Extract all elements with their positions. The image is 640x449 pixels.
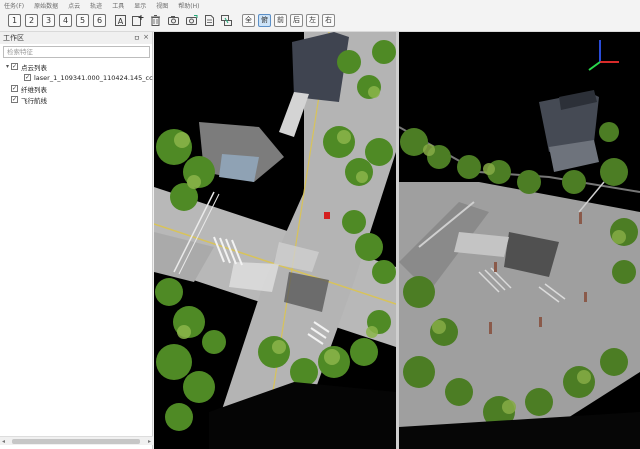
toolbar-button-3[interactable]: 3: [42, 14, 55, 27]
toolbar-button-4[interactable]: 4: [59, 14, 72, 27]
menu-help[interactable]: 帮助(H): [178, 1, 199, 10]
pin-icon[interactable]: ㅁ: [134, 33, 140, 43]
view-left-button[interactable]: 左: [306, 14, 319, 27]
view-top-button[interactable]: 俯: [258, 14, 271, 27]
scrollbar-thumb[interactable]: [12, 439, 140, 444]
camera-sync-icon[interactable]: [185, 14, 198, 27]
panel-header: 工作区 ㅁ ×: [0, 32, 152, 44]
camera-icon[interactable]: [167, 14, 180, 27]
layer-tree: ▾ ✓ 点云列表 ✓ laser_1_109341.000_110424.145…: [0, 61, 153, 105]
tree-item-label: laser_1_109341.000_110424.145_cc: [34, 73, 153, 82]
workspace-panel: 工作区 ㅁ × 检索特征 ▾ ✓ 点云列表 ✓ laser_1_109341.0…: [0, 32, 153, 449]
tree-item-label: 飞行航线: [21, 96, 47, 105]
menu-task[interactable]: 任务(F): [4, 1, 24, 10]
layers-icon[interactable]: [220, 14, 233, 27]
checkbox-checked-icon[interactable]: ✓: [11, 96, 18, 103]
tree-item-flight-route[interactable]: ✓ 飞行航线: [0, 94, 152, 105]
menu-view[interactable]: 视图: [156, 1, 168, 10]
toolbar: 1 2 3 4 5 6 A 全 俯 前 后 左 右: [0, 10, 640, 32]
scroll-left-icon[interactable]: ◂: [2, 437, 5, 446]
menu-point-cloud[interactable]: 点云: [68, 1, 80, 10]
tree-item-label: 纤维列表: [21, 85, 47, 94]
point-cloud-viewport-top[interactable]: [154, 32, 396, 449]
checkbox-checked-icon[interactable]: ✓: [11, 85, 18, 92]
view-back-button[interactable]: 后: [290, 14, 303, 27]
close-icon[interactable]: ×: [143, 33, 149, 43]
panel-title: 工作区: [3, 34, 24, 42]
checkbox-checked-icon[interactable]: ✓: [11, 63, 18, 70]
menu-display[interactable]: 显示: [134, 1, 146, 10]
menu-raw-data[interactable]: 原始数据: [34, 1, 58, 10]
search-input[interactable]: 检索特征: [3, 46, 150, 58]
add-icon[interactable]: [131, 14, 144, 27]
menu-bar: 任务(F) 原始数据 点云 轨迹 工具 显示 视图 帮助(H): [0, 0, 640, 10]
tree-item-point-cloud-list[interactable]: ▾ ✓ 点云列表: [0, 61, 152, 72]
toolbar-button-5[interactable]: 5: [76, 14, 89, 27]
checkbox-checked-icon[interactable]: ✓: [24, 74, 31, 81]
view-front-button[interactable]: 前: [274, 14, 287, 27]
file-export-icon[interactable]: [203, 14, 216, 27]
toolbar-button-2[interactable]: 2: [25, 14, 38, 27]
view-right-button[interactable]: 右: [322, 14, 335, 27]
tree-item-laser-file[interactable]: ✓ laser_1_109341.000_110424.145_cc: [0, 72, 153, 83]
toolbar-button-6[interactable]: 6: [93, 14, 106, 27]
horizontal-scrollbar[interactable]: ◂ ▸: [0, 436, 153, 445]
tree-item-label: 点云列表: [21, 63, 47, 72]
view-full-button[interactable]: 全: [242, 14, 255, 27]
menu-trajectory[interactable]: 轨迹: [90, 1, 102, 10]
delete-icon[interactable]: [149, 14, 162, 27]
tree-item-fiber-list[interactable]: ✓ 纤维列表: [0, 83, 152, 94]
viewport-area: [154, 32, 640, 449]
point-cloud-viewport-perspective[interactable]: [399, 32, 640, 449]
scroll-right-icon[interactable]: ▸: [148, 437, 151, 446]
svg-text:A: A: [118, 17, 124, 26]
menu-tools[interactable]: 工具: [112, 1, 124, 10]
text-tool-icon[interactable]: A: [114, 14, 127, 27]
collapse-icon[interactable]: ▾: [4, 63, 11, 70]
toolbar-button-1[interactable]: 1: [8, 14, 21, 27]
